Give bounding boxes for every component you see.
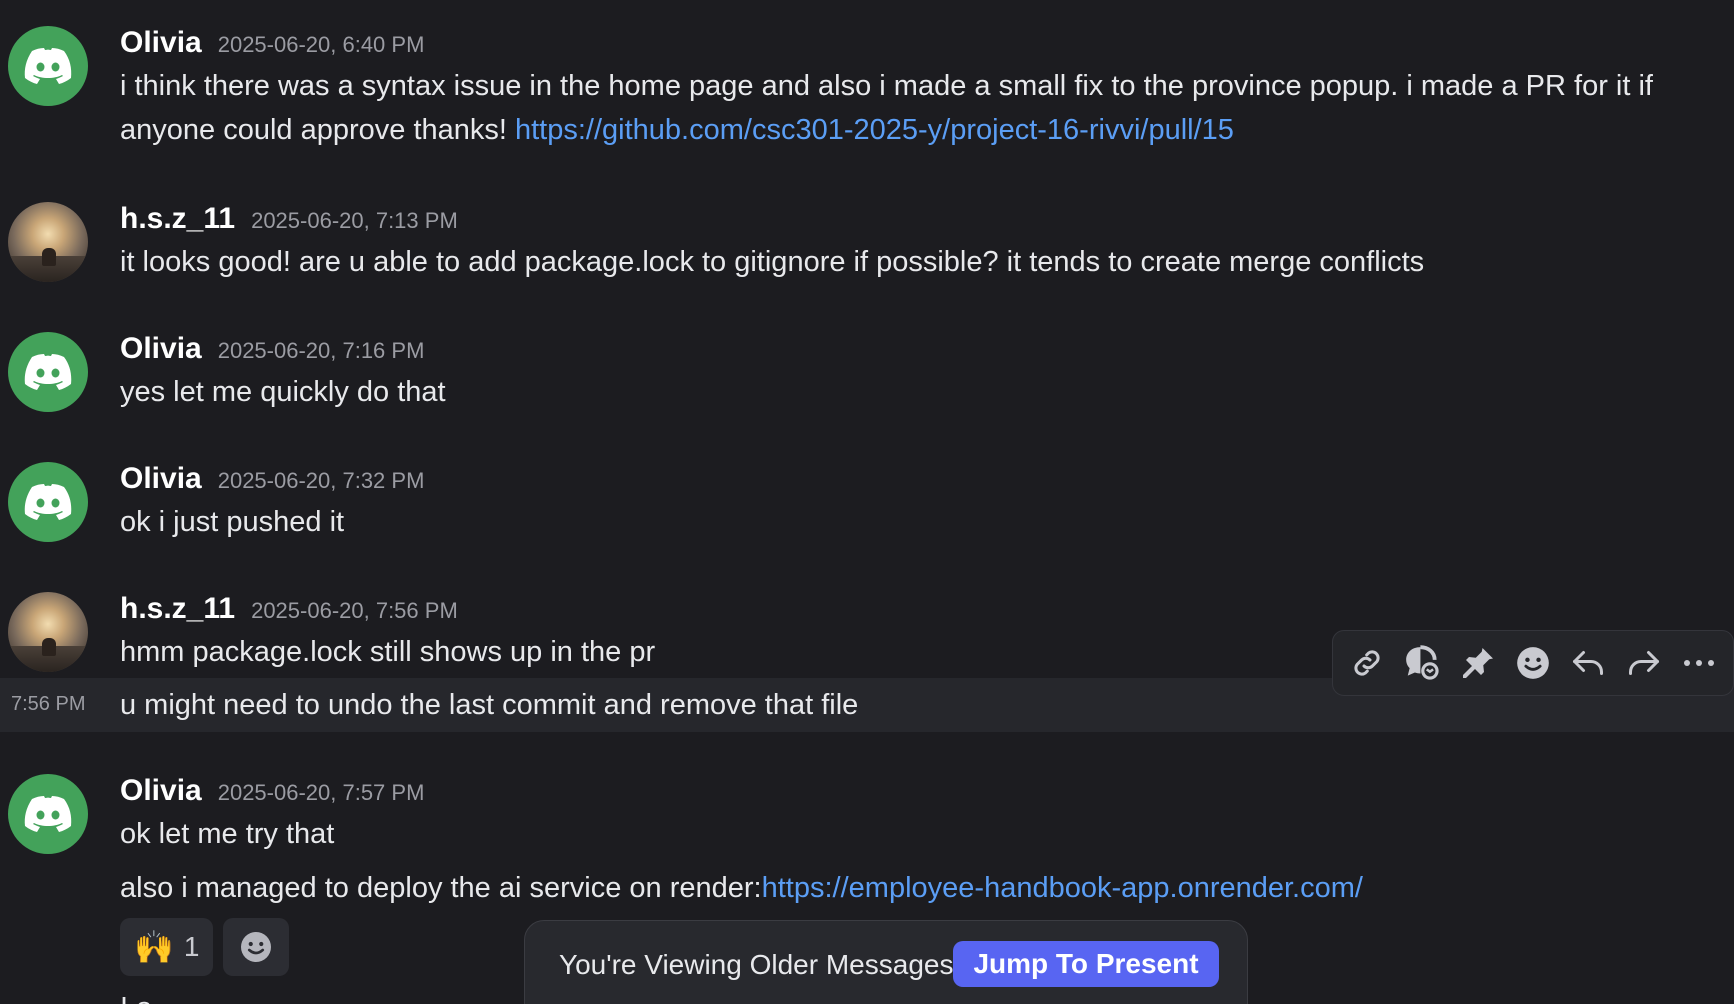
- username[interactable]: h.s.z_11: [120, 202, 235, 236]
- message-header: h.s.z_11 2025-06-20, 7:56 PM: [120, 592, 458, 628]
- username[interactable]: h.s.z_11: [120, 592, 235, 626]
- create-thread-button[interactable]: [1399, 640, 1445, 686]
- timestamp[interactable]: 2025-06-20, 7:57 PM: [218, 780, 425, 806]
- more-options-button[interactable]: [1676, 640, 1722, 686]
- avatar[interactable]: [8, 202, 88, 282]
- timestamp[interactable]: 2025-06-20, 7:56 PM: [251, 598, 458, 624]
- forward-icon: [1628, 651, 1659, 675]
- pin-message-button[interactable]: [1455, 640, 1501, 686]
- timestamp[interactable]: 2025-06-20, 7:32 PM: [218, 468, 425, 494]
- hover-timestamp[interactable]: 7:56 PM: [11, 693, 85, 716]
- message-header: h.s.z_11 2025-06-20, 7:13 PM: [120, 202, 458, 238]
- avatar[interactable]: [8, 332, 88, 412]
- pin-icon: [1462, 648, 1493, 678]
- avatar-photo-figure: [42, 638, 56, 656]
- link-icon: [1354, 650, 1380, 676]
- timestamp[interactable]: 2025-06-20, 7:13 PM: [251, 208, 458, 234]
- message-header: Olivia 2025-06-20, 6:40 PM: [120, 26, 424, 62]
- message-header: Olivia 2025-06-20, 7:32 PM: [120, 462, 424, 498]
- add-reaction-icon: [241, 932, 272, 962]
- discord-icon: [24, 354, 72, 390]
- timestamp[interactable]: 2025-06-20, 6:40 PM: [218, 32, 425, 58]
- add-reaction-button[interactable]: [223, 918, 290, 976]
- emoji-icon: [1517, 647, 1549, 679]
- timestamp[interactable]: 2025-06-20, 7:16 PM: [218, 338, 425, 364]
- jump-to-present-button[interactable]: Jump To Present: [953, 941, 1219, 987]
- message-link[interactable]: https://github.com/csc301-2025-y/project…: [515, 114, 1234, 146]
- reply-icon: [1573, 651, 1604, 675]
- raised-hands-emoji: 🙌: [134, 929, 174, 965]
- older-messages-banner: You're Viewing Older Messages Jump To Pr…: [524, 920, 1248, 1004]
- avatar-photo-figure: [42, 248, 56, 266]
- reaction-raised-hands[interactable]: 🙌 1: [120, 918, 214, 976]
- discord-icon: [24, 796, 72, 832]
- avatar[interactable]: [8, 592, 88, 672]
- reaction-bar: 🙌 1: [120, 918, 290, 976]
- discord-icon: [24, 48, 72, 84]
- message-text: it looks good! are u able to add package…: [120, 246, 1425, 278]
- username[interactable]: Olivia: [120, 462, 202, 496]
- username[interactable]: Olivia: [120, 774, 202, 808]
- message-link[interactable]: https://employee-handbook-app.onrender.c…: [762, 872, 1363, 904]
- thread-icon: [1406, 645, 1439, 680]
- username[interactable]: Olivia: [120, 26, 202, 60]
- message-content: i think there was a syntax issue in the …: [120, 64, 1704, 152]
- message-header: Olivia 2025-06-20, 7:57 PM: [120, 774, 424, 810]
- avatar[interactable]: [8, 462, 88, 542]
- avatar[interactable]: [8, 774, 88, 854]
- message-text-partial: I a...: [120, 992, 176, 1004]
- message-text: also i managed to deploy the ai service …: [120, 872, 762, 904]
- banner-text: You're Viewing Older Messages: [559, 949, 954, 980]
- discord-icon: [24, 484, 72, 520]
- more-icon: [1684, 660, 1715, 666]
- message-action-toolbar: [1332, 630, 1734, 696]
- copy-link-button[interactable]: [1344, 640, 1390, 686]
- avatar[interactable]: [8, 26, 88, 106]
- message-text: yes let me quickly do that: [120, 376, 446, 408]
- username[interactable]: Olivia: [120, 332, 202, 366]
- forward-button[interactable]: [1621, 640, 1667, 686]
- message-content: also i managed to deploy the ai service …: [120, 866, 1704, 910]
- reply-button[interactable]: [1565, 640, 1611, 686]
- message-text: ok i just pushed it: [120, 506, 345, 538]
- message-text: ok let me try that: [120, 818, 335, 850]
- add-reaction-button[interactable]: [1510, 640, 1556, 686]
- reaction-count: 1: [183, 931, 200, 962]
- chat-message-list: Olivia 2025-06-20, 6:40 PM i think there…: [0, 0, 1734, 1004]
- message-header: Olivia 2025-06-20, 7:16 PM: [120, 332, 424, 368]
